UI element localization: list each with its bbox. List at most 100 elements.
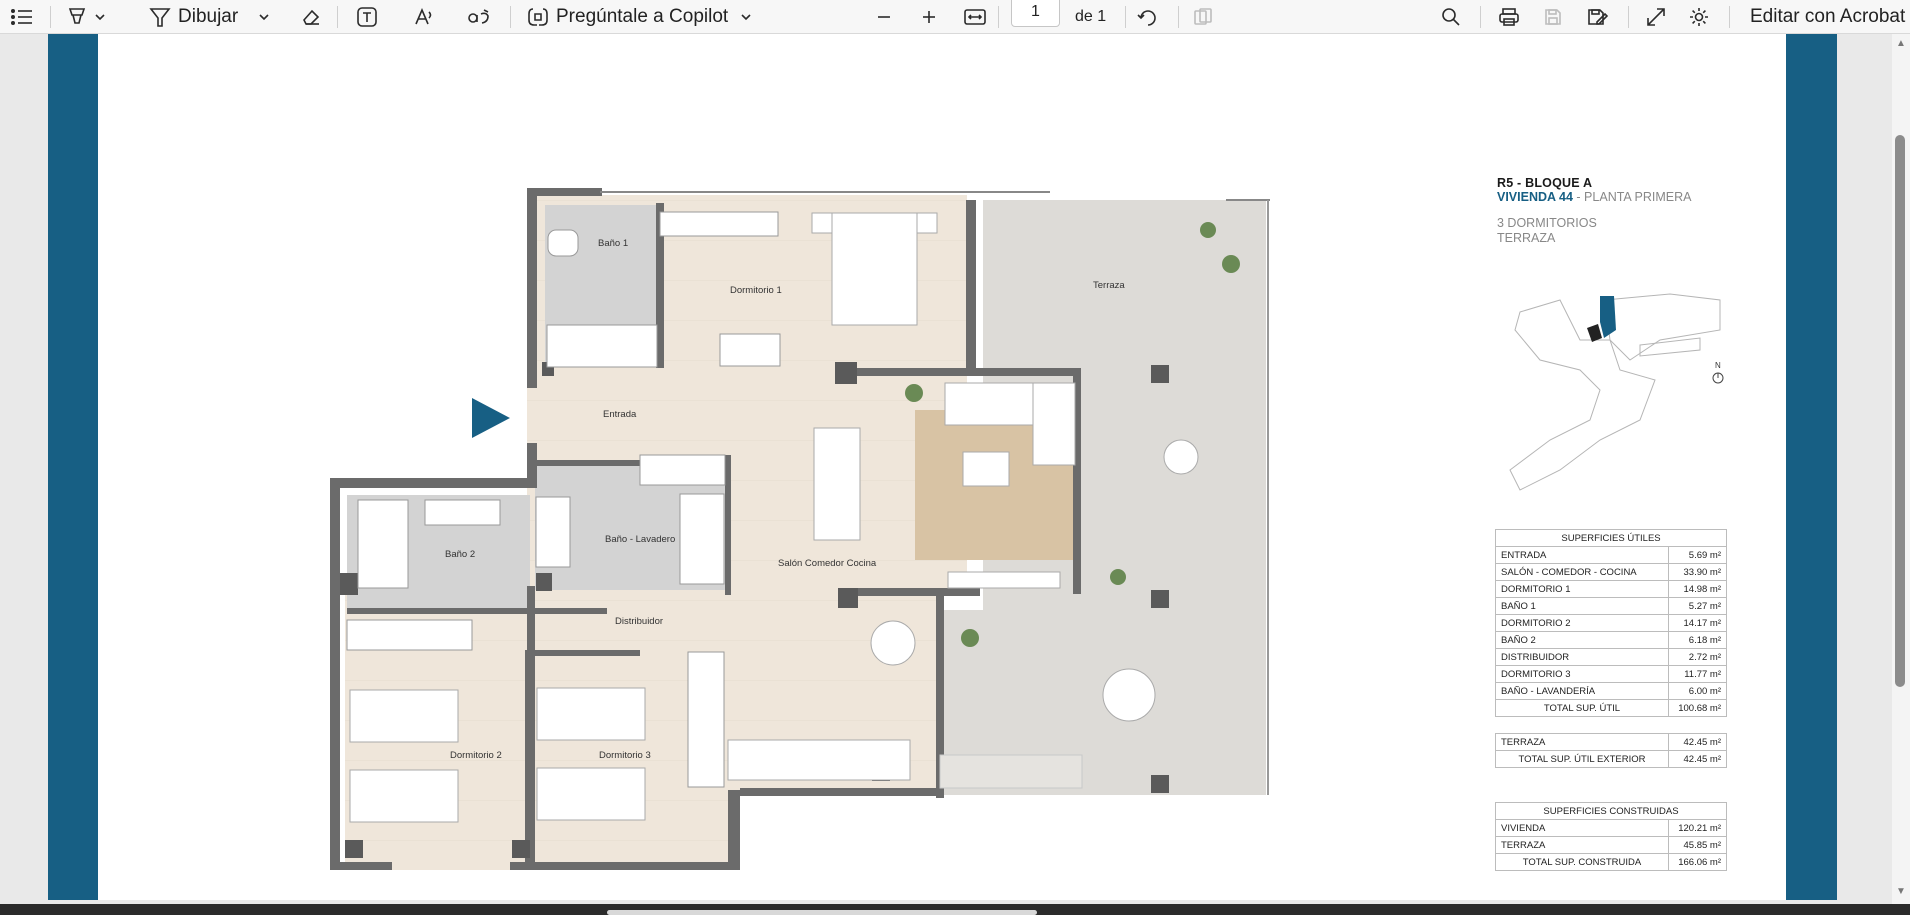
- sofa-chaise: [1032, 382, 1076, 466]
- block-title: R5 - BLOQUE A: [1497, 176, 1593, 190]
- row-value: 11.77 m²: [1668, 665, 1727, 683]
- total-value: 42.45 m²: [1668, 750, 1727, 768]
- row-label: TERRAZA: [1495, 733, 1669, 751]
- table-row: SALÓN - COMEDOR - COCINA 33.90 m²: [1495, 563, 1727, 581]
- row-value: 5.27 m²: [1668, 597, 1727, 615]
- total-label: TOTAL SUP. CONSTRUIDA: [1495, 853, 1669, 871]
- table-row: ENTRADA 5.69 m²: [1495, 546, 1727, 564]
- row-label: TERRAZA: [1495, 836, 1669, 854]
- room-label-entrada: Entrada: [603, 409, 637, 420]
- row-value: 6.00 m²: [1668, 682, 1727, 700]
- toilet: [547, 229, 579, 257]
- bathtub: [546, 324, 658, 368]
- row-value: 120.21 m²: [1668, 819, 1727, 837]
- total-value: 166.06 m²: [1668, 853, 1727, 871]
- row-label: BAÑO 2: [1495, 631, 1669, 649]
- table-body: VIVIENDA 120.21 m² TERRAZA 45.85 m² TOTAL SU…: [1495, 819, 1727, 871]
- site-key-highlight: [1600, 296, 1616, 338]
- table-row: DORMITORIO 3 11.77 m²: [1495, 665, 1727, 683]
- terrace-label: TERRAZA: [1497, 231, 1556, 245]
- table-row: DORMITORIO 1 14.98 m²: [1495, 580, 1727, 598]
- table-row: DISTRIBUIDOR 2.72 m²: [1495, 648, 1727, 666]
- bed-dormitorio-2b: [349, 769, 459, 823]
- washer: [535, 496, 571, 568]
- unit-number: VIVIENDA 44: [1497, 190, 1573, 204]
- shower: [679, 493, 725, 585]
- row-label: SALÓN - COMEDOR - COCINA: [1495, 563, 1669, 581]
- unit-info-panel: R5 - BLOQUE A VIVIENDA 44 - PLANTA PRIME…: [1497, 176, 1757, 246]
- wardrobe: [346, 619, 473, 651]
- table-row: TERRAZA 45.85 m²: [1495, 836, 1727, 854]
- site-key-block: [1587, 324, 1602, 342]
- room-label-distribuidor: Distribuidor: [615, 616, 663, 627]
- bed-dormitorio-1: [831, 212, 918, 326]
- row-label: BAÑO 1: [1495, 597, 1669, 615]
- superficie-exterior-table: TERRAZA 42.45 m² TOTAL SUP. ÚTIL EXTERIOR 4…: [1495, 733, 1727, 768]
- row-label: VIVIENDA: [1495, 819, 1669, 837]
- row-label: ENTRADA: [1495, 546, 1669, 564]
- row-label: DISTRIBUIDOR: [1495, 648, 1669, 666]
- total-value: 100.68 m²: [1668, 699, 1727, 717]
- room-label-dormitorio1: Dormitorio 1: [730, 285, 782, 296]
- room-label-bano-lavadero: Baño - Lavadero: [605, 534, 675, 545]
- row-value: 5.69 m²: [1668, 546, 1727, 564]
- total-label: TOTAL SUP. ÚTIL EXTERIOR: [1495, 750, 1669, 768]
- superficies-construidas-table: SUPERFICIES CONSTRUIDAS VIVIENDA 120.21 m…: [1495, 802, 1727, 871]
- kitchen-counter: [727, 739, 911, 781]
- terrace-planter: [939, 754, 1083, 789]
- row-value: 33.90 m²: [1668, 563, 1727, 581]
- row-label: BAÑO - LAVANDERÍA: [1495, 682, 1669, 700]
- table-header: SUPERFICIES ÚTILES: [1495, 529, 1727, 547]
- floor-plan: Baño 1 Dormitorio 1 Terraza Entrada Baño…: [330, 188, 1724, 870]
- room-label-bano1: Baño 1: [598, 238, 628, 249]
- row-label: DORMITORIO 2: [1495, 614, 1669, 632]
- unit-title: VIVIENDA 44 - PLANTA PRIMERA: [1497, 190, 1757, 204]
- bed-dormitorio-2a: [349, 689, 459, 743]
- room-label-dormitorio2: Dormitorio 2: [450, 750, 502, 761]
- wardrobe: [687, 651, 725, 788]
- bedrooms-label: 3 DORMITORIOS: [1497, 216, 1597, 230]
- room-label-salon: Salón Comedor Cocina: [778, 558, 877, 569]
- row-value: 2.72 m²: [1668, 648, 1727, 666]
- table-row: VIVIENDA 120.21 m²: [1495, 819, 1727, 837]
- superficies-utiles-table: SUPERFICIES ÚTILES ENTRADA 5.69 m² SALÓN -…: [1495, 529, 1727, 717]
- row-label: DORMITORIO 1: [1495, 580, 1669, 598]
- tv-unit: [947, 571, 1061, 589]
- double-sink: [424, 499, 501, 526]
- total-row: TOTAL SUP. ÚTIL EXTERIOR 42.45 m²: [1495, 750, 1727, 768]
- table-row: DORMITORIO 2 14.17 m²: [1495, 614, 1727, 632]
- unit-floor: - PLANTA PRIMERA: [1572, 190, 1692, 204]
- row-value: 14.98 m²: [1668, 580, 1727, 598]
- bed-dormitorio-3a: [536, 687, 646, 741]
- wardrobe: [659, 211, 779, 237]
- table-row: TERRAZA 42.45 m²: [1495, 733, 1727, 751]
- total-row: TOTAL SUP. CONSTRUIDA 166.06 m²: [1495, 853, 1727, 871]
- dining-table: [813, 427, 861, 541]
- total-label: TOTAL SUP. ÚTIL: [1495, 699, 1669, 717]
- room-label-bano2: Baño 2: [445, 549, 475, 560]
- entrance-arrow-icon: [472, 398, 510, 438]
- north-label: N: [1715, 361, 1721, 370]
- terrace-dining-table: [1102, 668, 1156, 722]
- nightstand: [811, 212, 833, 234]
- terrace-table: [1163, 439, 1199, 475]
- table-row: BAÑO 1 5.27 m²: [1495, 597, 1727, 615]
- nightstand: [916, 212, 938, 234]
- shower: [357, 499, 409, 589]
- table-header: SUPERFICIES CONSTRUIDAS: [1495, 802, 1727, 820]
- row-label: DORMITORIO 3: [1495, 665, 1669, 683]
- wardrobe: [719, 333, 781, 367]
- coffee-table: [962, 451, 1010, 487]
- row-value: 6.18 m²: [1668, 631, 1727, 649]
- total-row: TOTAL SUP. ÚTIL 100.68 m²: [1495, 699, 1727, 717]
- room-label-dormitorio3: Dormitorio 3: [599, 750, 651, 761]
- row-value: 45.85 m²: [1668, 836, 1727, 854]
- kitchen-table: [870, 620, 916, 666]
- table-row: BAÑO - LAVANDERÍA 6.00 m²: [1495, 682, 1727, 700]
- table-body: TERRAZA 42.45 m² TOTAL SUP. ÚTIL EXTERIOR 4…: [1495, 733, 1727, 768]
- row-value: 42.45 m²: [1668, 733, 1727, 751]
- row-value: 14.17 m²: [1668, 614, 1727, 632]
- table-body: ENTRADA 5.69 m² SALÓN - COMEDOR - COCINA 33…: [1495, 546, 1727, 717]
- wardrobe: [639, 454, 726, 486]
- table-row: BAÑO 2 6.18 m²: [1495, 631, 1727, 649]
